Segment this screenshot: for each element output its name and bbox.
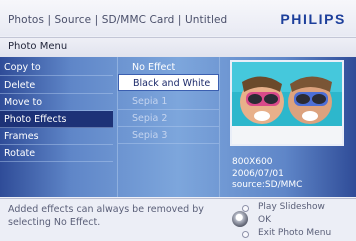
photo-date: 2006/07/01: [232, 168, 284, 179]
exit-icon: [242, 231, 249, 238]
effect-item-sepia-3[interactable]: Sepia 3: [118, 127, 219, 144]
effects-list: No Effect Black and White Sepia 1 Sepia …: [117, 57, 220, 197]
effect-item-black-and-white[interactable]: Black and White: [118, 74, 219, 91]
photo-resolution: 800X600: [232, 157, 273, 167]
menu-item-copy-to[interactable]: Copy to: [0, 59, 113, 76]
menu-item-delete[interactable]: Delete: [0, 77, 113, 94]
menu-item-rotate[interactable]: Rotate: [0, 145, 113, 162]
photo-menu-list: Copy to Delete Move to Photo Effects Fra…: [0, 57, 113, 197]
breadcrumb: Photos | Source | SD/MMC Card | Untitled: [8, 14, 228, 26]
photo-preview: [230, 60, 344, 146]
menu-item-move-to[interactable]: Move to: [0, 94, 113, 111]
menu-title-bar: Photo Menu: [0, 37, 356, 58]
menu-item-photo-effects[interactable]: Photo Effects: [0, 111, 113, 128]
play-slideshow-label[interactable]: Play Slideshow: [258, 202, 325, 212]
brand-logo: PHILIPS: [280, 11, 346, 27]
effect-item-sepia-1[interactable]: Sepia 1: [118, 93, 219, 110]
ok-button-icon[interactable]: [232, 211, 248, 227]
top-bar: Photos | Source | SD/MMC Card | Untitled…: [0, 0, 356, 36]
footer-bar: Added effects can always be removed by s…: [0, 198, 356, 241]
menu-item-frames[interactable]: Frames: [0, 128, 113, 145]
photo-info: 800X600 2006/07/01 source:SD/MMC: [232, 157, 302, 192]
ok-label[interactable]: OK: [258, 215, 271, 225]
photo-thumbnail: [232, 62, 342, 144]
help-text: Added effects can always be removed by s…: [8, 204, 204, 228]
effect-item-sepia-2[interactable]: Sepia 2: [118, 110, 219, 127]
exit-photo-menu-label[interactable]: Exit Photo Menu: [258, 228, 331, 238]
menu-title: Photo Menu: [8, 41, 68, 52]
photo-source: source:SD/MMC: [232, 180, 303, 190]
